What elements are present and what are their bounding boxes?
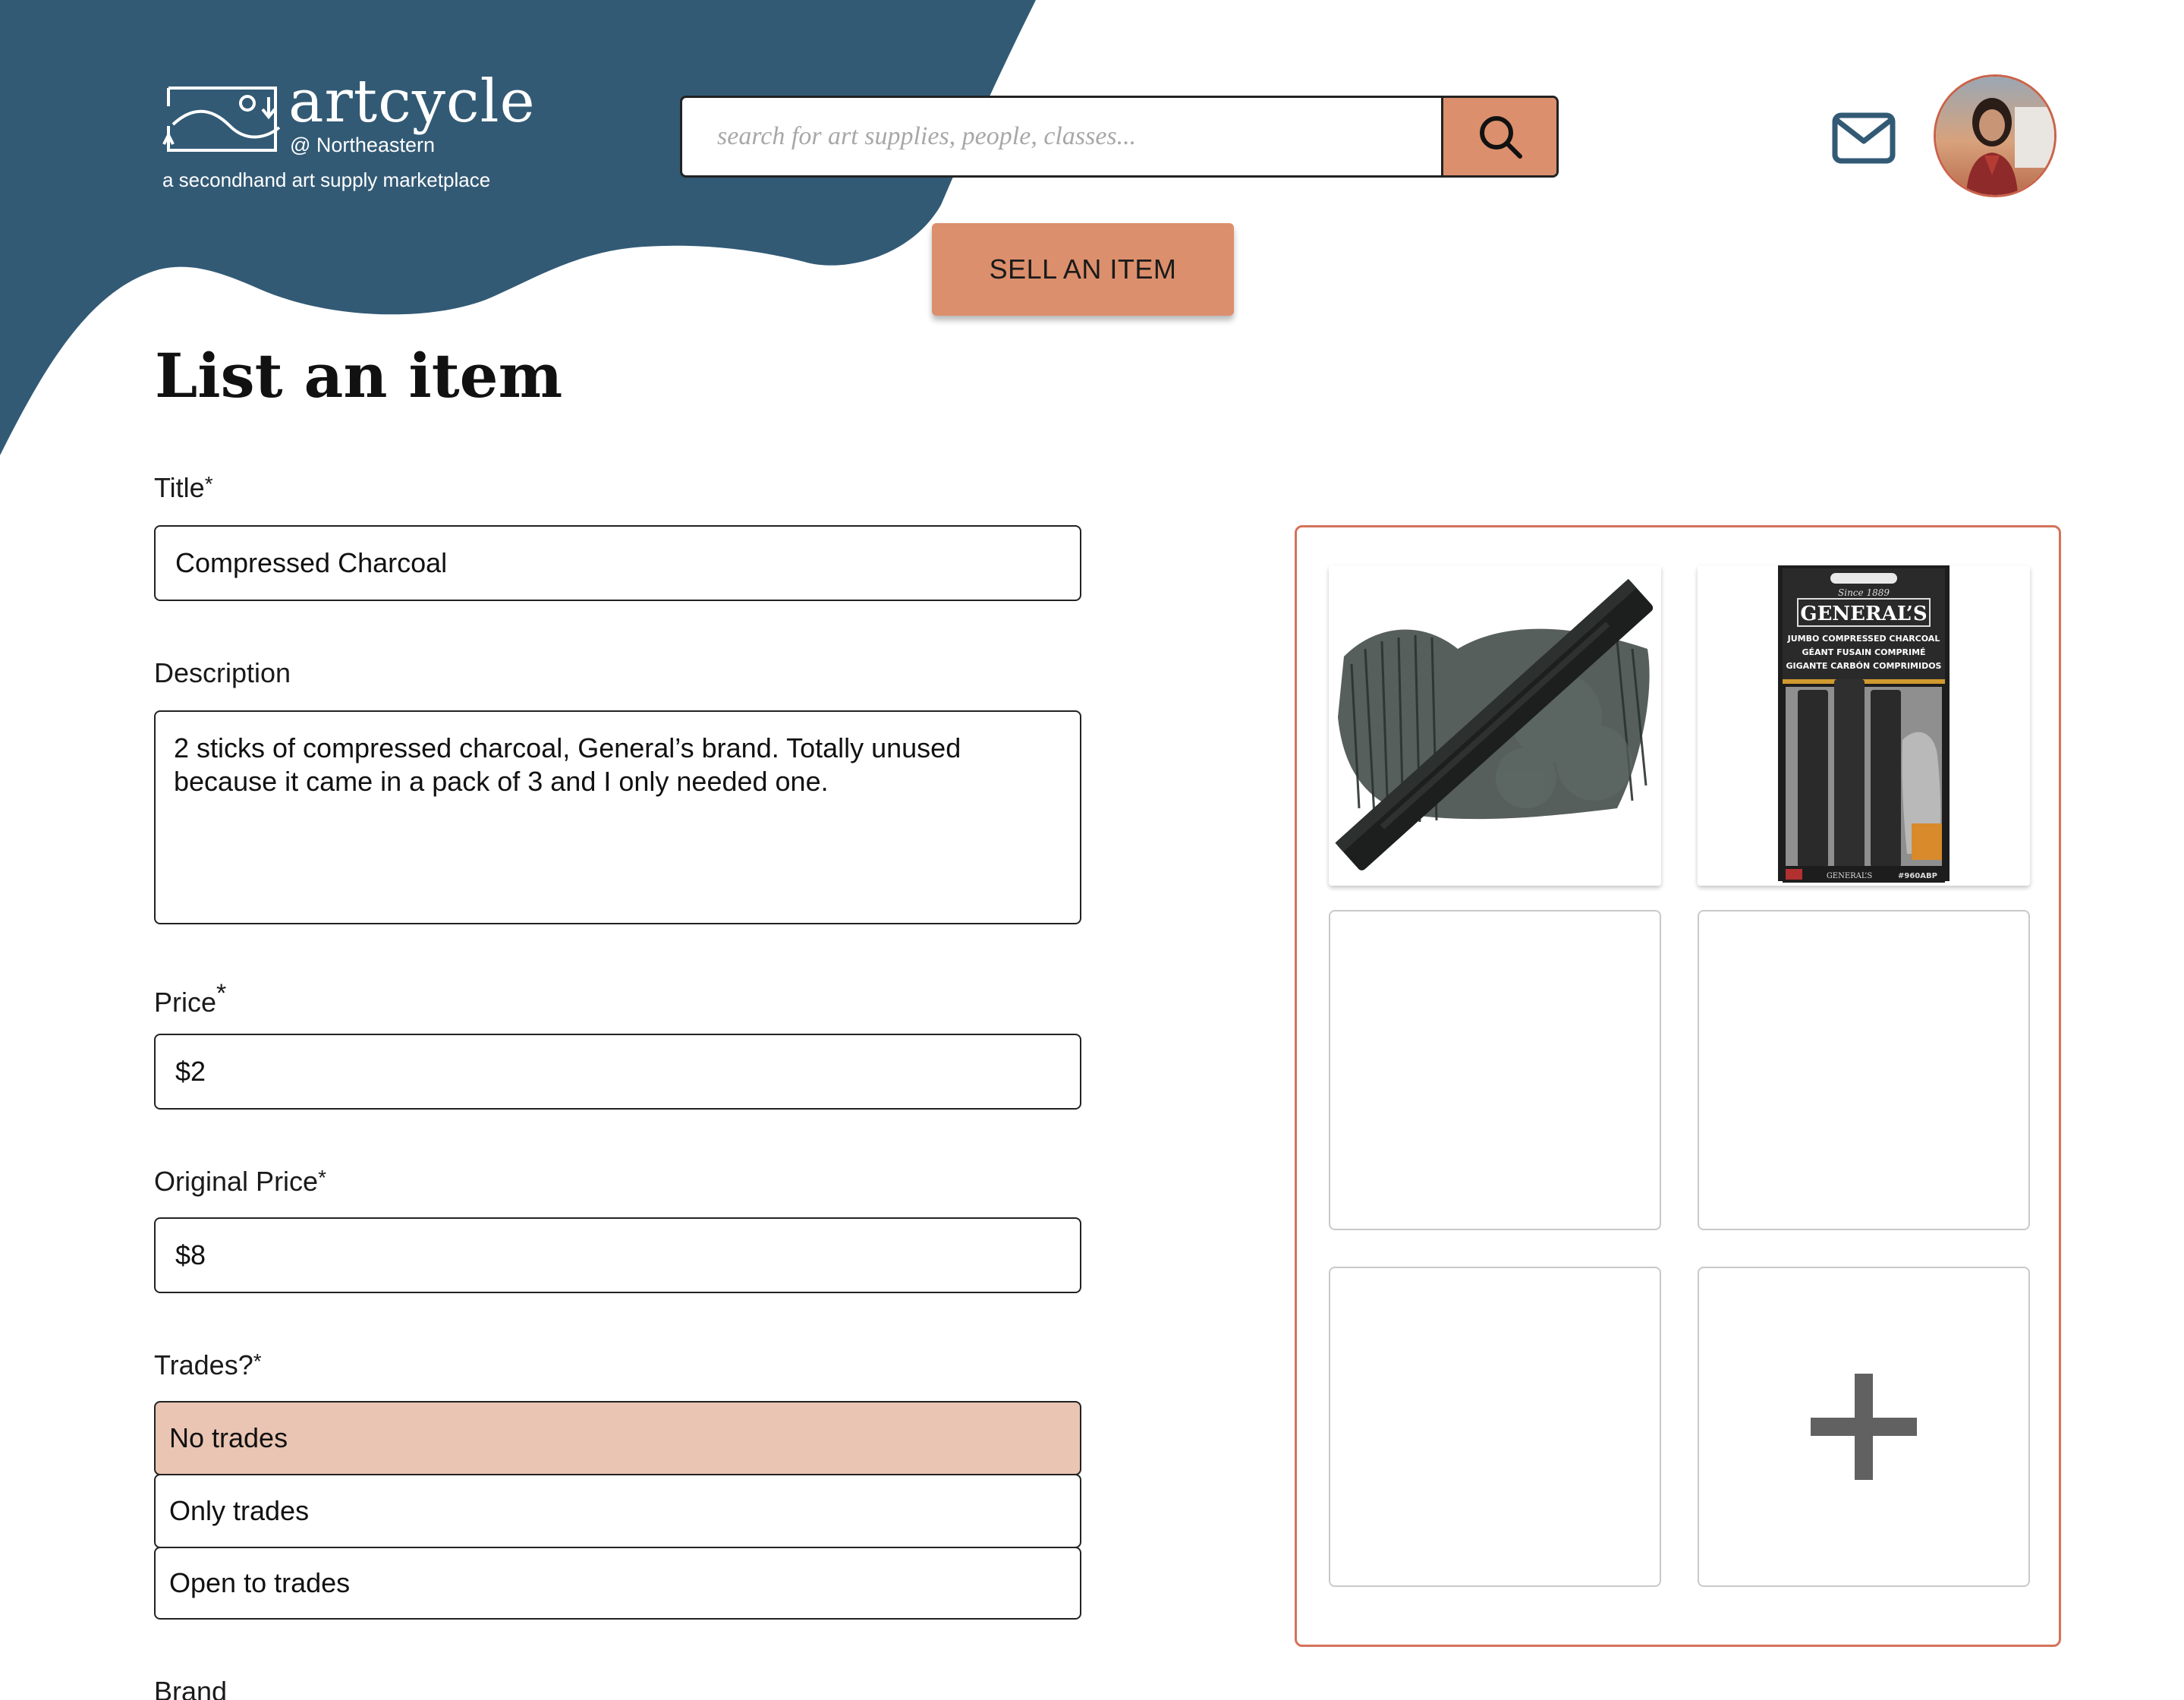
original-price-required-mark: *	[318, 1166, 326, 1189]
price-label: Price*	[154, 979, 226, 1018]
original-price-label-text: Original Price	[154, 1166, 319, 1197]
trades-label-text: Trades?	[154, 1349, 253, 1380]
charcoal-stick-image	[1329, 565, 1661, 886]
trade-option-no-trades[interactable]: No trades	[154, 1401, 1081, 1475]
package-line-1: JUMBO COMPRESSED CHARCOAL	[1787, 634, 1940, 644]
search-icon	[1479, 116, 1522, 159]
title-label: Title*	[154, 472, 213, 504]
photo-upload-panel: Since 1889 GENERAL’S JUMBO COMPRESSED CH…	[1295, 525, 2061, 1647]
package-brand: GENERAL’S	[1800, 603, 1927, 625]
sell-item-button[interactable]: SELL AN ITEM	[932, 223, 1234, 316]
photo-slot-1[interactable]	[1329, 565, 1661, 886]
photo-slot-4[interactable]	[1698, 910, 2030, 1230]
title-input[interactable]	[154, 525, 1081, 601]
charcoal-package-image: Since 1889 GENERAL’S JUMBO COMPRESSED CH…	[1698, 565, 2030, 886]
package-footer: GENERAL’S	[1827, 872, 1873, 880]
trade-option-open-to-trades[interactable]: Open to trades	[154, 1547, 1081, 1620]
title-required-mark: *	[204, 472, 213, 496]
photo-slot-3[interactable]	[1329, 910, 1661, 1230]
package-since: Since 1889	[1838, 587, 1890, 598]
package-line-2: GÉANT FUSAIN COMPRIMÉ	[1802, 647, 1925, 657]
logo-mark-icon	[162, 87, 281, 152]
photo-slot-2[interactable]: Since 1889 GENERAL’S JUMBO COMPRESSED CH…	[1698, 565, 2030, 886]
photo-slot-5[interactable]	[1329, 1267, 1661, 1587]
price-input[interactable]	[154, 1034, 1081, 1110]
avatar[interactable]	[1934, 74, 2057, 197]
search-input[interactable]	[682, 98, 1440, 175]
title-label-text: Title	[154, 472, 205, 503]
trade-option-only-trades[interactable]: Only trades	[154, 1474, 1081, 1548]
page-title: List an item	[155, 340, 563, 411]
trades-required-mark: *	[253, 1349, 262, 1373]
description-input[interactable]: 2 sticks of compressed charcoal, General…	[154, 710, 1081, 924]
trades-label: Trades?*	[154, 1349, 262, 1381]
add-photo-button[interactable]	[1698, 1267, 2030, 1587]
original-price-label: Original Price*	[154, 1166, 326, 1198]
logo-school: @ Northeastern	[290, 134, 435, 156]
original-price-input[interactable]	[154, 1217, 1081, 1293]
brand-label: Brand	[154, 1676, 228, 1700]
logo-name: artcycle	[288, 68, 536, 136]
price-required-mark: *	[216, 979, 227, 1008]
mail-icon[interactable]	[1832, 112, 1896, 164]
search-button[interactable]	[1441, 98, 1556, 175]
package-sku: #960ABP	[1898, 872, 1937, 880]
profile-photo	[1936, 77, 2054, 195]
logo-tagline: a secondhand art supply marketplace	[162, 168, 491, 191]
price-label-text: Price	[154, 987, 217, 1018]
package-line-3: GIGANTE CARBÓN COMPRIMIDOS	[1786, 661, 1942, 671]
plus-icon	[1811, 1374, 1917, 1480]
search-bar	[680, 96, 1559, 178]
description-label: Description	[154, 657, 291, 688]
artcycle-logo[interactable]: artcycle @ Northeastern a secondhand art…	[158, 67, 535, 196]
